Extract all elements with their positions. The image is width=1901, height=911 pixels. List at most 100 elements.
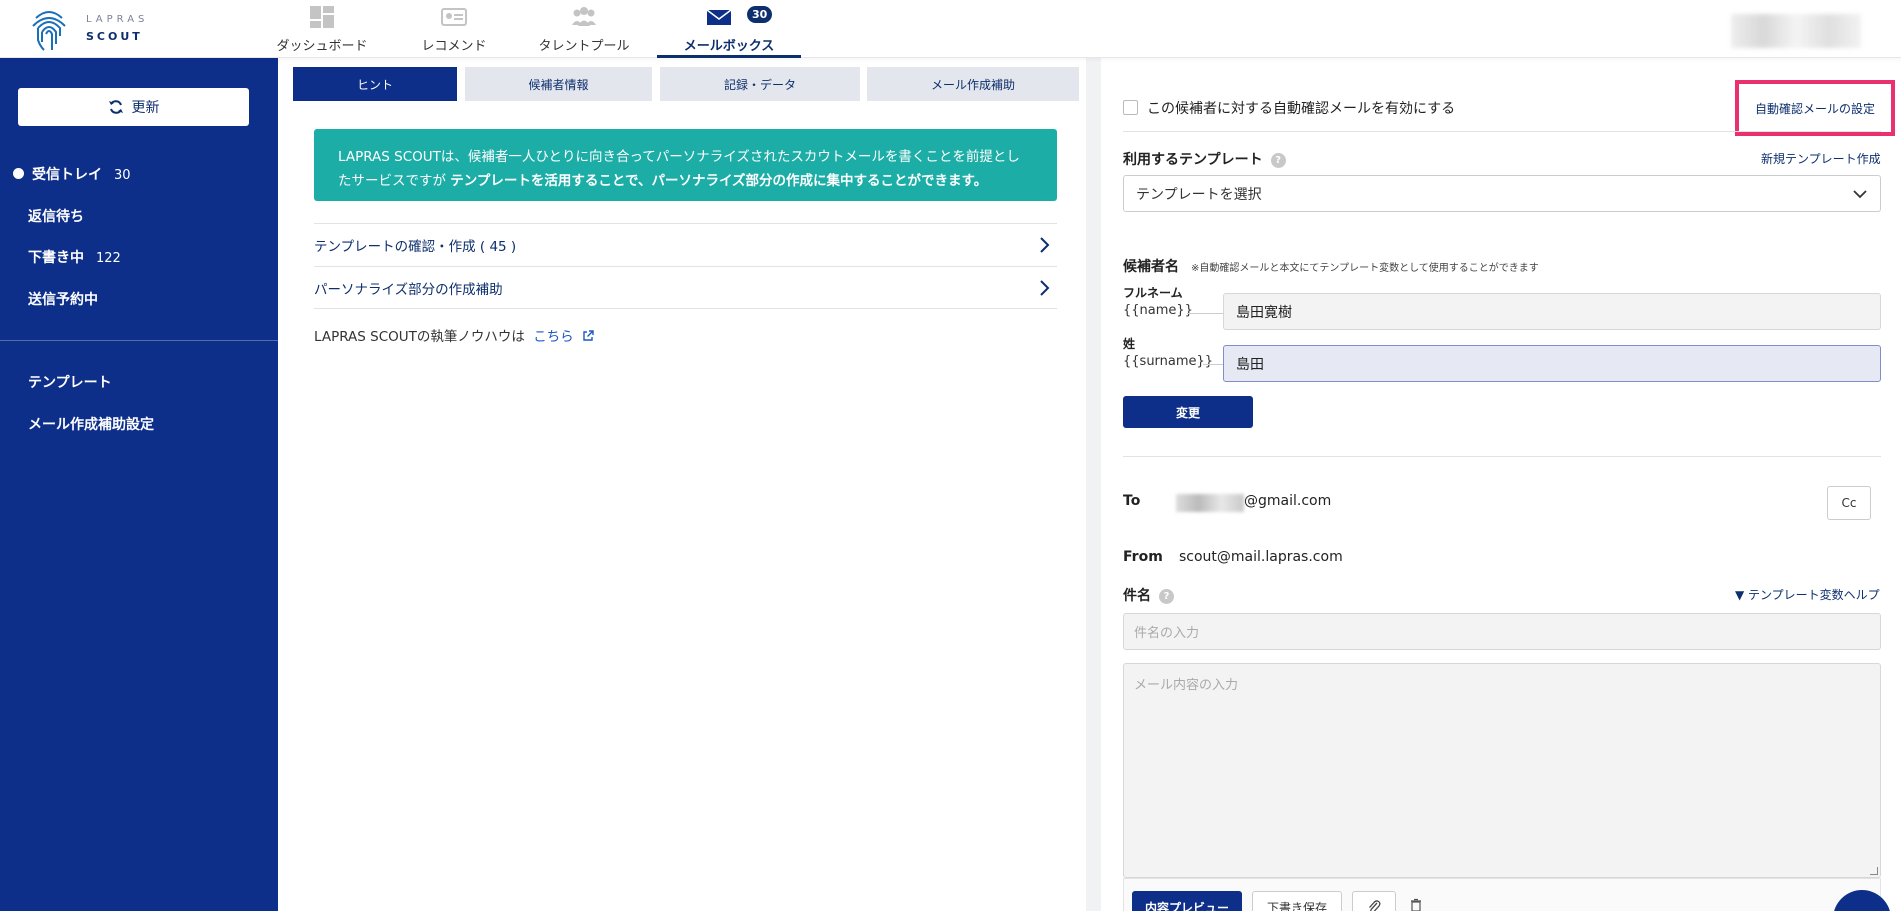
sidebar-divider (0, 340, 278, 341)
sidebar-item-drafts[interactable]: 下書き中 122 (28, 247, 121, 267)
preview-button[interactable]: 内容プレビュー (1132, 891, 1242, 911)
link-personalize-assist[interactable]: パーソナライズ部分の作成補助 (314, 266, 1057, 309)
auto-confirm-label: この候補者に対する自動確認メールを有効にする (1147, 101, 1456, 117)
logo-text-lapras: LAPRAS (86, 14, 149, 25)
fullname-connector-line (1187, 313, 1223, 314)
external-link-icon (583, 330, 594, 341)
recommend-icon (441, 8, 467, 26)
refresh-button-label: 更新 (131, 100, 160, 116)
fullname-input[interactable]: 島田寛樹 (1223, 293, 1881, 330)
tab-records-data[interactable]: 記録・データ (660, 67, 860, 101)
top-header: LAPRAS SCOUT ダッシュボード レコメンド タレントプール 30 メー… (0, 0, 1901, 58)
auto-confirm-settings-link[interactable]: 自動確認メールの設定 (1735, 80, 1895, 136)
sidebar-item-scheduled[interactable]: 送信予約中 (28, 289, 98, 309)
tab-candidate-info[interactable]: 候補者情報 (465, 67, 652, 101)
trash-icon (1411, 898, 1421, 911)
mail-body-textarea[interactable]: メール内容の入力 (1123, 663, 1881, 878)
chevron-down-icon (1853, 190, 1867, 199)
paperclip-icon (1369, 900, 1381, 911)
delete-button[interactable] (1406, 893, 1426, 911)
cc-button[interactable]: Cc (1827, 486, 1871, 520)
template-label-text: 利用するテンプレート (1123, 152, 1263, 168)
change-button[interactable]: 変更 (1123, 396, 1253, 428)
nav-mailbox-label: メールボックス (683, 39, 775, 54)
compose-panel: この候補者に対する自動確認メールを有効にする 自動確認メールの設定 利用するテン… (1101, 58, 1901, 911)
chevron-right-icon (1040, 280, 1050, 296)
auto-confirm-checkbox[interactable] (1123, 100, 1138, 115)
knowhow-line: LAPRAS SCOUTの執筆ノウハウは こちら (314, 325, 594, 345)
mail-icon (706, 9, 732, 25)
hint-panel: ヒント 候補者情報 記録・データ メール作成補助 LAPRAS SCOUTは、候… (278, 58, 1086, 911)
sidebar-item-templates[interactable]: テンプレート (28, 372, 112, 392)
sidebar-item-label: 返信待ち (28, 209, 84, 225)
help-icon[interactable]: ? (1159, 588, 1174, 604)
template-label: 利用するテンプレート? (1123, 149, 1286, 169)
knowhow-text: LAPRAS SCOUTの執筆ノウハウは (314, 329, 525, 345)
compose-action-bar: 内容プレビュー 下書き保存 (1123, 878, 1881, 911)
candidate-name-label: 候補者名 (1123, 259, 1179, 275)
subject-label-text: 件名 (1123, 588, 1151, 604)
candidate-name-note: ※自動確認メールと本文にてテンプレート変数として使用することができます (1191, 263, 1539, 274)
sidebar: 更新 受信トレイ 30 返信待ち 下書き中 122 送信予約中 テンプレート メール… (0, 58, 278, 911)
knowhow-link-label: こちら (533, 329, 574, 345)
template-variable-help-link[interactable]: ▼ テンプレート変数ヘルプ (1735, 586, 1880, 603)
drafts-count: 122 (96, 251, 121, 266)
tab-mail-writing-assist[interactable]: メール作成補助 (867, 67, 1079, 101)
inbox-count: 30 (114, 168, 131, 183)
surname-variable: {{surname}} (1123, 354, 1214, 369)
subject-input[interactable]: 件名の入力 (1123, 613, 1881, 650)
template-select[interactable]: テンプレートを選択 (1123, 175, 1881, 212)
to-email: @gmail.com (1244, 493, 1332, 509)
user-menu[interactable] (1731, 14, 1861, 48)
nav-mailbox[interactable]: 30 メールボックス (657, 0, 801, 58)
mail-body-placeholder: メール内容の入力 (1134, 678, 1239, 693)
save-draft-button[interactable]: 下書き保存 (1252, 891, 1342, 911)
active-indicator-dot (13, 168, 24, 179)
nav-dashboard-label: ダッシュボード (276, 39, 368, 54)
help-icon[interactable]: ? (1270, 152, 1286, 168)
from-label: From (1123, 549, 1163, 565)
tab-hint[interactable]: ヒント (293, 67, 457, 101)
column-divider (1086, 58, 1101, 911)
sidebar-item-inbox[interactable]: 受信トレイ 30 (32, 164, 131, 184)
sidebar-item-label: 送信予約中 (28, 292, 98, 308)
link-template-confirm-create[interactable]: テンプレートの確認・作成 ( 45 ) (314, 223, 1057, 266)
nav-dashboard[interactable]: ダッシュボード (268, 0, 376, 58)
surname-input[interactable]: 島田 (1223, 345, 1881, 382)
from-email: scout@mail.lapras.com (1179, 549, 1343, 565)
nav-talent-pool-label: タレントプール (538, 39, 630, 54)
sidebar-item-awaiting-reply[interactable]: 返信待ち (28, 206, 84, 226)
new-template-link[interactable]: 新規テンプレート作成 (1761, 150, 1881, 167)
refresh-icon (108, 100, 123, 114)
sidebar-item-label: 下書き中 (28, 250, 84, 266)
subject-label: 件名? (1123, 585, 1174, 605)
nav-recommend-label: レコメンド (421, 39, 487, 54)
mailbox-unread-badge: 30 (747, 6, 773, 23)
nav-recommend[interactable]: レコメンド (400, 0, 508, 58)
resize-handle-icon[interactable] (1870, 867, 1878, 875)
sidebar-item-label: メール作成補助設定 (28, 417, 154, 433)
talent-pool-icon (572, 7, 596, 26)
surname-label: 姓 (1123, 337, 1136, 351)
template-select-value: テンプレートを選択 (1136, 186, 1262, 203)
sidebar-item-label: 受信トレイ (32, 167, 102, 183)
nav-talent-pool[interactable]: タレントプール (530, 0, 638, 58)
dashboard-icon (310, 6, 334, 28)
to-email-redacted (1176, 494, 1244, 512)
chevron-right-icon (1040, 237, 1050, 253)
hint-message-box: LAPRAS SCOUTは、候補者一人ひとりに向き合ってパーソナライズされたスカ… (314, 129, 1057, 201)
refresh-button[interactable]: 更新 (18, 88, 249, 126)
lapras-scout-logo[interactable]: LAPRAS SCOUT (28, 6, 168, 54)
sidebar-item-label: テンプレート (28, 375, 112, 391)
attach-button[interactable] (1352, 891, 1396, 911)
hint-text-bold: テンプレートを活用することで、パーソナライズ部分の作成に集中することができます。 (450, 173, 988, 189)
fingerprint-logo-icon (32, 11, 66, 51)
knowhow-link[interactable]: こちら (533, 329, 594, 345)
sidebar-item-writing-assist-settings[interactable]: メール作成補助設定 (28, 414, 154, 434)
fullname-label: フルネーム (1123, 286, 1183, 300)
surname-connector-line (1203, 364, 1223, 365)
to-label: To (1123, 493, 1141, 509)
logo-text-scout: SCOUT (86, 30, 143, 43)
link-label: テンプレートの確認・作成 ( 45 ) (314, 239, 517, 255)
section-divider (1123, 456, 1881, 457)
